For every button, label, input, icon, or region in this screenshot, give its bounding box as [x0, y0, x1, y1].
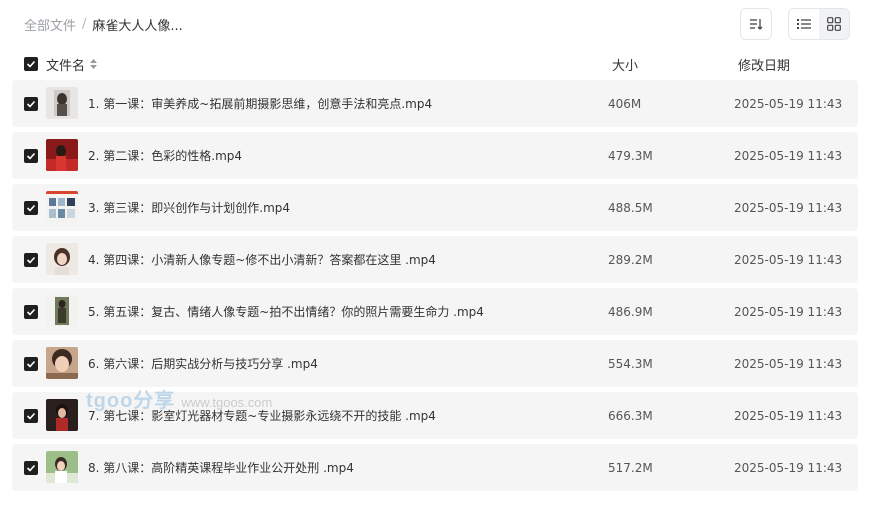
file-name[interactable]: 7. 第七课：影室灯光器材专题~专业摄影永远绕不开的技能 .mp4	[88, 407, 436, 424]
file-row[interactable]: 5. 第五课：复古、情绪人像专题~拍不出情绪？你的照片需要生命力 .mp4 48…	[12, 288, 858, 335]
file-date: 2025-05-19 11:43	[734, 200, 843, 215]
check-icon	[26, 152, 36, 160]
breadcrumb-current: 麻雀大人人像...	[92, 18, 183, 34]
file-size: 479.3M	[608, 148, 653, 163]
video-thumbnail	[46, 451, 78, 483]
name-column-header[interactable]: 文件名	[46, 55, 98, 74]
check-icon	[26, 100, 36, 108]
select-all-checkbox[interactable]	[24, 57, 38, 71]
list-view-icon	[797, 19, 811, 29]
file-size: 289.2M	[608, 252, 653, 267]
file-name[interactable]: 2. 第二课：色彩的性格.mp4	[88, 147, 242, 164]
video-thumbnail	[46, 243, 78, 275]
row-checkbox[interactable]	[24, 252, 38, 267]
file-name[interactable]: 8. 第八课：高阶精英课程毕业作业公开处刑 .mp4	[88, 459, 354, 476]
check-icon	[26, 308, 36, 316]
date-column-header[interactable]: 修改日期	[738, 55, 790, 74]
file-name[interactable]: 5. 第五课：复古、情绪人像专题~拍不出情绪？你的照片需要生命力 .mp4	[88, 303, 484, 320]
check-icon	[26, 464, 36, 472]
check-icon	[26, 360, 36, 368]
file-date: 2025-05-19 11:43	[734, 408, 843, 423]
file-row[interactable]: 4. 第四课：小清新人像专题~修不出小清新？答案都在这里 .mp4 289.2M…	[12, 236, 858, 283]
file-date: 2025-05-19 11:43	[734, 96, 843, 111]
file-row[interactable]: 2. 第二课：色彩的性格.mp4 479.3M 2025-05-19 11:43	[12, 132, 858, 179]
row-checkbox[interactable]	[24, 200, 38, 215]
view-mode-toggle	[788, 8, 850, 40]
sort-arrows-icon	[90, 59, 98, 69]
file-row[interactable]: 1. 第一课：审美养成~拓展前期摄影思维，创意手法和亮点.mp4 406M 20…	[12, 80, 858, 127]
check-icon	[26, 204, 36, 212]
row-checkbox[interactable]	[24, 408, 38, 423]
video-thumbnail	[46, 139, 78, 171]
video-thumbnail	[46, 191, 78, 223]
file-size: 554.3M	[608, 356, 653, 371]
grid-view-icon	[827, 17, 841, 31]
file-date: 2025-05-19 11:43	[734, 252, 843, 267]
name-column-label: 文件名	[46, 58, 86, 74]
file-name[interactable]: 3. 第三课：即兴创作与计划创作.mp4	[88, 199, 290, 216]
file-date: 2025-05-19 11:43	[734, 356, 843, 371]
check-icon	[26, 256, 36, 264]
file-row[interactable]: 8. 第八课：高阶精英课程毕业作业公开处刑 .mp4 517.2M 2025-0…	[12, 444, 858, 491]
breadcrumb: 全部文件 / 麻雀大人人像...	[24, 14, 183, 34]
file-date: 2025-05-19 11:43	[734, 460, 843, 475]
file-date: 2025-05-19 11:43	[734, 304, 843, 319]
breadcrumb-separator: /	[82, 16, 87, 32]
row-checkbox[interactable]	[24, 356, 38, 371]
list-view-button[interactable]	[789, 9, 819, 39]
file-size: 488.5M	[608, 200, 653, 215]
file-row[interactable]: 6. 第六课：后期实战分析与技巧分享 .mp4 554.3M 2025-05-1…	[12, 340, 858, 387]
row-checkbox[interactable]	[24, 304, 38, 319]
file-size: 517.2M	[608, 460, 653, 475]
row-checkbox[interactable]	[24, 96, 38, 111]
file-size: 666.3M	[608, 408, 653, 423]
row-checkbox[interactable]	[24, 148, 38, 163]
video-thumbnail	[46, 399, 78, 431]
file-name[interactable]: 4. 第四课：小清新人像专题~修不出小清新？答案都在这里 .mp4	[88, 251, 436, 268]
check-icon	[26, 412, 36, 420]
grid-view-button[interactable]	[819, 9, 849, 39]
breadcrumb-root-link[interactable]: 全部文件	[24, 15, 76, 34]
sort-icon	[750, 19, 763, 30]
video-thumbnail	[46, 295, 78, 327]
video-thumbnail	[46, 347, 78, 379]
check-icon	[26, 60, 36, 68]
sort-button[interactable]	[740, 8, 772, 40]
size-column-header[interactable]: 大小	[612, 55, 638, 74]
file-name[interactable]: 1. 第一课：审美养成~拓展前期摄影思维，创意手法和亮点.mp4	[88, 95, 432, 112]
file-name[interactable]: 6. 第六课：后期实战分析与技巧分享 .mp4	[88, 355, 318, 372]
file-row[interactable]: 3. 第三课：即兴创作与计划创作.mp4 488.5M 2025-05-19 1…	[12, 184, 858, 231]
file-size: 486.9M	[608, 304, 653, 319]
row-checkbox[interactable]	[24, 460, 38, 475]
table-header: 文件名 大小 修改日期	[12, 52, 858, 76]
file-row[interactable]: 7. 第七课：影室灯光器材专题~专业摄影永远绕不开的技能 .mp4 666.3M…	[12, 392, 858, 439]
video-thumbnail	[46, 87, 78, 119]
file-size: 406M	[608, 96, 642, 111]
file-date: 2025-05-19 11:43	[734, 148, 843, 163]
